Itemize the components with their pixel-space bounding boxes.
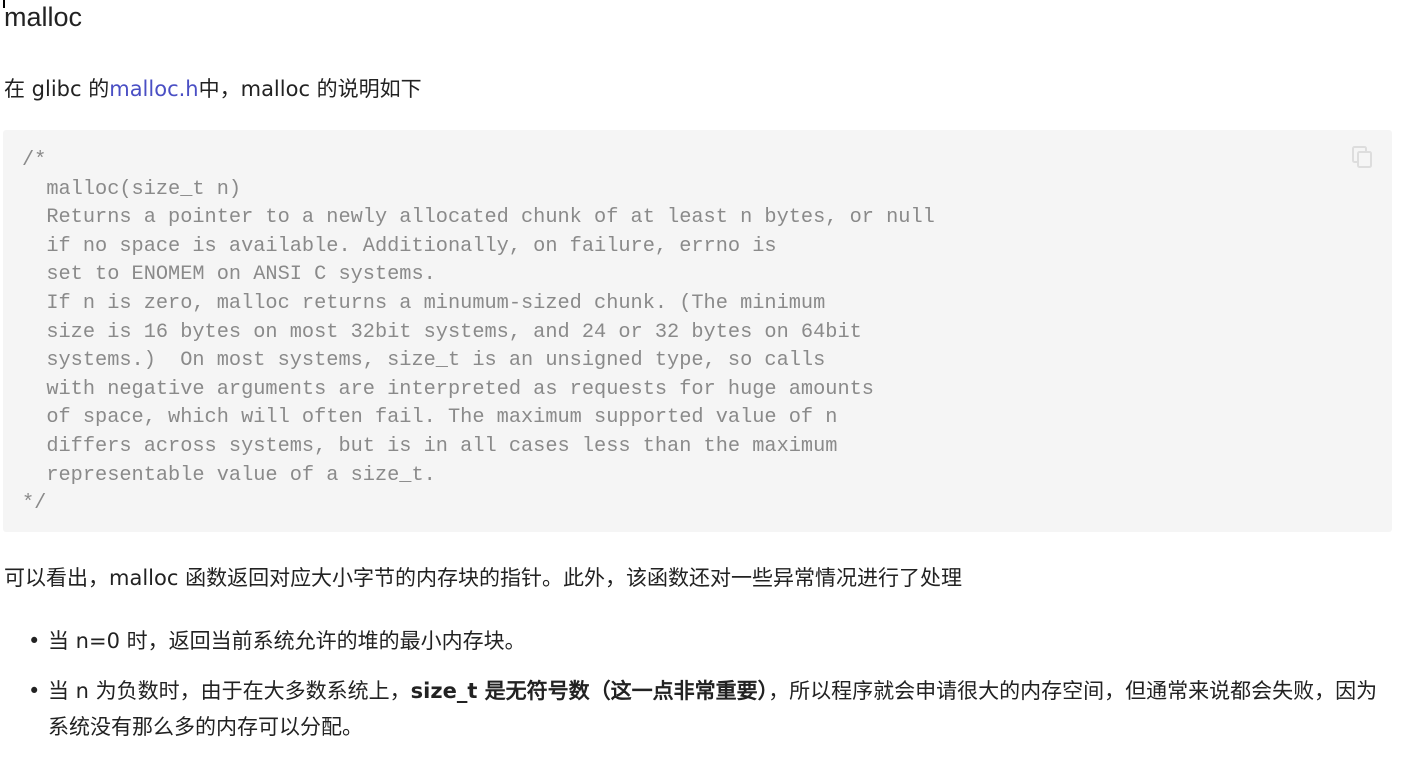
intro-suffix: 中，malloc 的说明如下 <box>198 77 422 101</box>
intro-paragraph: 在 glibc 的malloc.h中，malloc 的说明如下 <box>4 73 422 103</box>
malloc-h-link[interactable]: malloc.h <box>109 77 198 101</box>
copy-icon[interactable] <box>1352 146 1372 168</box>
code-content: /* malloc(size_t n) Returns a pointer to… <box>22 149 935 516</box>
list-item-text: 当 n=0 时，返回当前系统允许的堆的最小内存块。 <box>48 629 526 653</box>
summary-paragraph: 可以看出，malloc 函数返回对应大小字节的内存块的指针。此外，该函数还对一些… <box>4 566 963 590</box>
bullet-icon: • <box>28 629 41 653</box>
bullet-icon: • <box>28 679 41 703</box>
section-heading: malloc <box>4 2 83 32</box>
list-item: • 当 n=0 时，返回当前系统允许的堆的最小内存块。 <box>24 623 1394 659</box>
intro-prefix: 在 glibc 的 <box>4 77 110 101</box>
code-block: /* malloc(size_t n) Returns a pointer to… <box>3 130 1392 532</box>
bullet-list: • 当 n=0 时，返回当前系统允许的堆的最小内存块。 • 当 n 为负数时，由于在… <box>24 623 1394 759</box>
list-item-bold: size_t 是无符号数（这一点非常重要） <box>410 679 769 703</box>
list-item-text: 当 n 为负数时，由于在大多数系统上， <box>48 679 411 703</box>
list-item: • 当 n 为负数时，由于在大多数系统上，size_t 是无符号数（这一点非常重要… <box>24 673 1394 745</box>
